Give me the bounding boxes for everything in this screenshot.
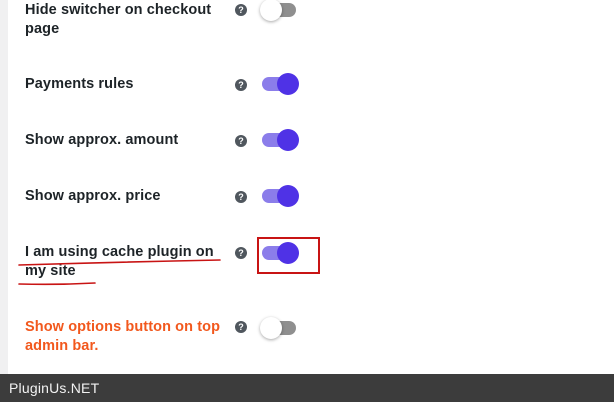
watermark-text: PluginUs.NET bbox=[9, 380, 100, 396]
red-underline-annotation bbox=[18, 259, 221, 286]
watermark-bar: PluginUs.NET bbox=[0, 374, 614, 402]
